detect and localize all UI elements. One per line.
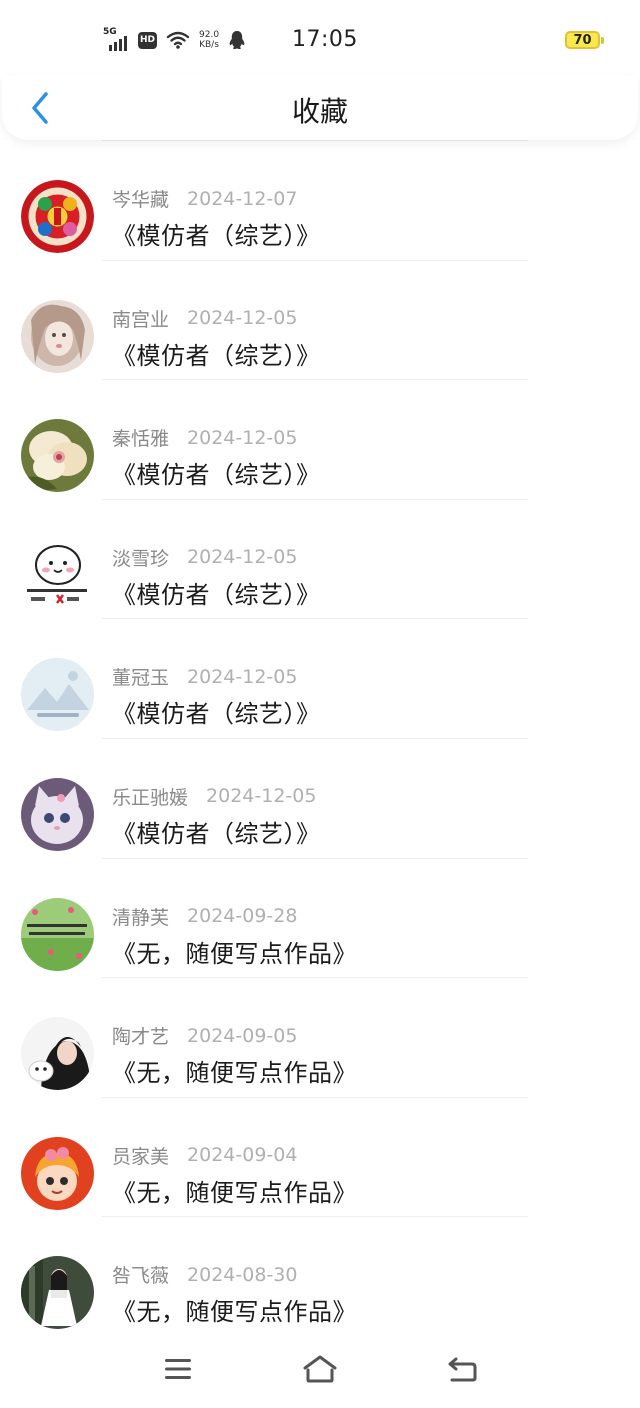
return-button[interactable] — [444, 1352, 480, 1386]
item-date: 2024-12-07 — [187, 187, 298, 210]
avatar[interactable] — [21, 897, 94, 971]
item-date: 2024-09-05 — [187, 1024, 298, 1047]
list-item[interactable]: 秦恬雅 2024-12-05 《模仿者（综艺）》 — [0, 379, 640, 499]
home-icon — [303, 1355, 337, 1383]
divider — [102, 379, 528, 381]
work-title[interactable]: 《模仿者（综艺）》 — [112, 336, 321, 371]
item-meta: 南宫业 2024-12-05 — [112, 305, 297, 332]
divider — [102, 1216, 528, 1218]
user-name: 淡雪珍 — [112, 547, 170, 570]
status-icons: 5G HD 92.0 KB/s — [103, 26, 246, 54]
network-speed: 92.0 KB/s — [199, 30, 219, 50]
list-item[interactable]: 淡雪珍 2024-12-05 《模仿者（综艺）》 — [0, 498, 640, 619]
work-title[interactable]: 《模仿者（综艺）》 — [112, 694, 321, 729]
divider — [102, 857, 528, 859]
user-name: 乐正驰媛 — [112, 786, 189, 809]
item-date: 2024-09-28 — [187, 905, 298, 928]
avatar[interactable] — [21, 1017, 94, 1091]
avatar[interactable] — [21, 777, 94, 851]
page-title: 收藏 — [291, 95, 348, 128]
work-title[interactable]: 《无，随便写点作品》 — [112, 934, 357, 969]
avatar[interactable] — [21, 538, 94, 612]
item-meta: 秦恬雅 2024-12-05 — [112, 424, 297, 451]
list-item[interactable]: 董冠玉 2024-12-05 《模仿者（综艺）》 — [0, 618, 640, 738]
status-bar: 5G HD 92.0 KB/s 17:05 70 — [0, 0, 640, 80]
list-item[interactable]: 乐正驰媛 2024-12-05 《模仿者（综艺）》 — [0, 737, 640, 858]
battery-icon: 70 — [565, 31, 604, 49]
item-date: 2024-08-30 — [187, 1263, 298, 1286]
item-meta: 员家美 2024-09-04 — [112, 1142, 297, 1169]
clock: 17:05 — [292, 27, 358, 52]
speed-unit: KB/s — [199, 40, 219, 50]
item-meta: 岑华藏 2024-12-07 — [112, 185, 297, 212]
user-name: 咎飞薇 — [112, 1265, 170, 1288]
work-title[interactable]: 《模仿者（综艺）》 — [112, 814, 321, 849]
list-item[interactable]: 员家美 2024-09-04 《无，随便写点作品》 — [0, 1096, 640, 1217]
list-item[interactable]: 清静芙 2024-09-28 《无，随便写点作品》 — [0, 857, 640, 978]
signal-icon: 5G — [103, 27, 129, 51]
wifi-icon — [166, 31, 190, 49]
avatar[interactable] — [21, 419, 94, 493]
home-button[interactable] — [302, 1352, 338, 1386]
item-meta: 清静芙 2024-09-28 — [112, 903, 297, 930]
divider — [102, 1096, 528, 1098]
item-meta: 董冠玉 2024-12-05 — [112, 663, 297, 690]
divider — [102, 737, 528, 739]
item-date: 2024-12-05 — [187, 665, 298, 688]
list-item[interactable]: 咎飞薇 2024-08-30 《无，随便写点作品》 — [0, 1216, 640, 1330]
speed-value: 92.0 — [199, 30, 220, 40]
divider — [102, 140, 528, 141]
user-name: 南宫业 — [112, 308, 170, 331]
list-item[interactable]: 南宫业 2024-12-05 《模仿者（综艺）》 — [0, 259, 640, 380]
work-title[interactable]: 《模仿者（综艺）》 — [112, 575, 321, 610]
return-icon — [448, 1357, 477, 1382]
user-name: 岑华藏 — [112, 189, 170, 211]
work-title[interactable]: 《无，随便写点作品》 — [112, 1292, 357, 1327]
qq-icon — [229, 31, 245, 49]
system-nav-bar — [0, 1330, 640, 1408]
item-meta: 咎飞薇 2024-08-30 — [112, 1261, 297, 1288]
divider — [102, 498, 528, 500]
list-item[interactable]: 陶才艺 2024-09-05 《无，随便写点作品》 — [0, 977, 640, 1097]
divider — [102, 977, 528, 979]
item-meta: 乐正驰媛 2024-12-05 — [112, 783, 316, 810]
user-name: 秦恬雅 — [112, 428, 170, 451]
avatar[interactable] — [21, 299, 94, 373]
item-date: 2024-12-05 — [187, 307, 298, 330]
user-name: 陶才艺 — [112, 1026, 170, 1049]
work-title[interactable]: 《模仿者（综艺）》 — [112, 455, 321, 490]
item-date: 2024-09-04 — [187, 1144, 298, 1167]
menu-icon — [165, 1359, 191, 1379]
divider — [102, 618, 528, 620]
item-meta: 陶才艺 2024-09-05 — [112, 1022, 297, 1049]
favorites-list: 岑华藏 2024-12-07 《模仿者（综艺）》 南宫业 2024-12-05 … — [0, 140, 640, 1330]
user-name: 清静芙 — [112, 906, 170, 929]
avatar[interactable] — [21, 1136, 94, 1210]
avatar[interactable] — [21, 658, 94, 732]
work-title[interactable]: 《无，随便写点作品》 — [112, 1173, 357, 1208]
item-date: 2024-12-05 — [187, 546, 298, 569]
app-header: 收藏 — [2, 76, 638, 140]
hd-icon: HD — [138, 31, 157, 49]
item-meta: 淡雪珍 2024-12-05 — [112, 544, 297, 571]
work-title[interactable]: 《无，随便写点作品》 — [112, 1053, 357, 1088]
item-date: 2024-12-05 — [206, 785, 317, 808]
avatar[interactable] — [21, 180, 94, 253]
work-title[interactable]: 《模仿者（综艺）》 — [112, 216, 321, 251]
user-name: 员家美 — [112, 1145, 170, 1168]
divider — [102, 259, 528, 261]
list-item[interactable]: 岑华藏 2024-12-07 《模仿者（综艺）》 — [0, 140, 640, 260]
user-name: 董冠玉 — [112, 667, 170, 690]
menu-button[interactable] — [160, 1352, 196, 1386]
item-date: 2024-12-05 — [187, 426, 298, 449]
avatar[interactable] — [21, 1256, 94, 1330]
